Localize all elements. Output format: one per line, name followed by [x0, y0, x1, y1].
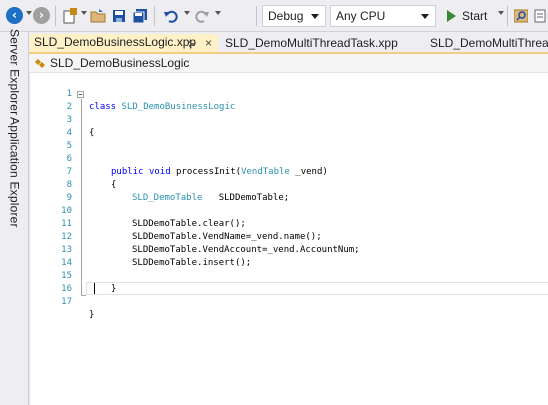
line-number: 17 — [61, 297, 72, 307]
code-line: 17 } — [30, 283, 548, 320]
navigation-bar[interactable]: SLD_DemoBusinessLogic — [29, 54, 548, 73]
main-toolbar: ‹ › Debug Any CPU Start — [0, 0, 548, 32]
undo-dropdown-icon[interactable] — [184, 11, 190, 15]
pin-icon[interactable]: ⊱ — [188, 36, 196, 52]
side-tab-server-explorer-label: Server Explorer — [7, 28, 22, 116]
code-text: } — [89, 310, 95, 320]
start-button[interactable]: Start — [441, 5, 501, 27]
toolbar-separator — [55, 6, 56, 26]
tab-sld-demomultithread[interactable]: SLD_DemoMultiThread — [426, 35, 548, 52]
open-folder-icon[interactable] — [89, 5, 107, 27]
side-rail: Server Explorer Application Explorer — [0, 29, 29, 405]
code-line: 16 — [30, 270, 548, 294]
forward-icon[interactable]: › — [33, 7, 50, 24]
side-tab-application-explorer[interactable]: Application Explorer — [0, 116, 29, 228]
code-line: 11 SLDDemoTable.VendName=_vend.name(); — [30, 205, 548, 242]
code-line: 14 — [30, 244, 548, 268]
platform-dropdown[interactable]: Any CPU — [330, 5, 436, 27]
toolbar-separator — [154, 6, 155, 26]
start-label: Start — [462, 9, 488, 23]
configuration-dropdown[interactable]: Debug — [262, 5, 326, 27]
find-icon[interactable] — [512, 5, 530, 27]
close-icon[interactable]: × — [205, 35, 212, 52]
code-line: 3 — [30, 101, 548, 125]
code-line: 13 SLDDemoTable.insert(); — [30, 231, 548, 268]
redo-icon[interactable] — [192, 5, 212, 27]
tab-label: SLD_DemoMultiThreadTask.xpp — [225, 36, 398, 50]
code-line: 5 — [30, 127, 548, 151]
code-line: 7 { — [30, 153, 548, 190]
tab-sld-demomultithreadtask[interactable]: SLD_DemoMultiThreadTask.xpp — [221, 35, 421, 52]
code-line: 12 SLDDemoTable.VendAccount=_vend.Accoun… — [30, 218, 548, 255]
platform-value: Any CPU — [336, 9, 386, 23]
back-dropdown-icon[interactable] — [26, 11, 32, 15]
code-line: 8 SLD_DemoTable SLDDemoTable; — [30, 166, 548, 203]
new-item-icon[interactable] — [61, 5, 79, 27]
tab-sld-demobusinesslogic[interactable]: SLD_DemoBusinessLogic.xpp ⊱ × — [30, 34, 218, 52]
chevron-down-icon — [311, 14, 319, 19]
chevron-down-icon — [421, 14, 429, 19]
save-all-icon[interactable] — [130, 5, 150, 27]
breadcrumb: SLD_DemoBusinessLogic — [50, 56, 190, 70]
start-dropdown-icon[interactable] — [498, 11, 504, 15]
toolbar-overflow-icon[interactable] — [534, 5, 546, 27]
start-icon — [447, 10, 456, 22]
code-editor[interactable]: 1 class SLD_DemoBusinessLogic 2 { 3 4 5 … — [29, 73, 548, 405]
tab-label: SLD_DemoMultiThread — [430, 36, 548, 50]
code-line: 1 class SLD_DemoBusinessLogic — [30, 75, 548, 112]
new-item-dropdown-icon[interactable] — [81, 11, 87, 15]
back-icon[interactable]: ‹ — [6, 7, 23, 24]
code-line: 2 { — [30, 88, 548, 138]
code-line: 9 — [30, 179, 548, 203]
document-tab-strip: SLD_DemoBusinessLogic.xpp ⊱ × SLD_DemoMu… — [29, 32, 548, 54]
side-tab-application-explorer-label: Application Explorer — [7, 116, 22, 228]
code-line: 10 SLDDemoTable.clear(); — [30, 192, 548, 229]
class-icon — [35, 59, 45, 68]
configuration-value: Debug — [268, 9, 304, 23]
code-line: 15 } — [30, 257, 548, 294]
collapse-icon[interactable] — [77, 91, 84, 98]
toolbar-separator — [507, 6, 508, 26]
code-line: 4 — [30, 114, 548, 138]
save-icon[interactable] — [110, 5, 128, 27]
redo-dropdown-icon[interactable] — [215, 11, 221, 15]
tab-label: SLD_DemoBusinessLogic.xpp — [34, 35, 197, 49]
side-tab-server-explorer[interactable]: Server Explorer — [0, 29, 29, 115]
code-line: 6 public void processInit(VendTable _ven… — [30, 140, 548, 177]
undo-icon[interactable] — [161, 5, 181, 27]
toolbar-separator — [256, 6, 257, 26]
